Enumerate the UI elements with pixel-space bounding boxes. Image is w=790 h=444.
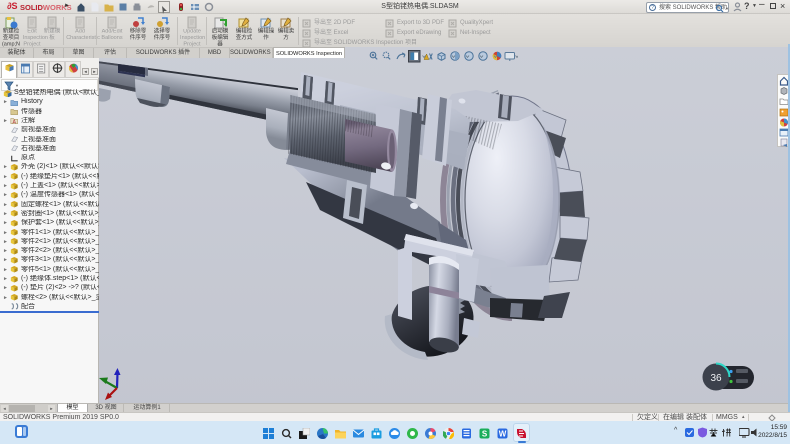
svg-text:36: 36: [710, 373, 722, 384]
svg-text:W: W: [499, 430, 507, 439]
svg-text:S: S: [482, 430, 488, 439]
svg-text:A: A: [13, 120, 17, 125]
